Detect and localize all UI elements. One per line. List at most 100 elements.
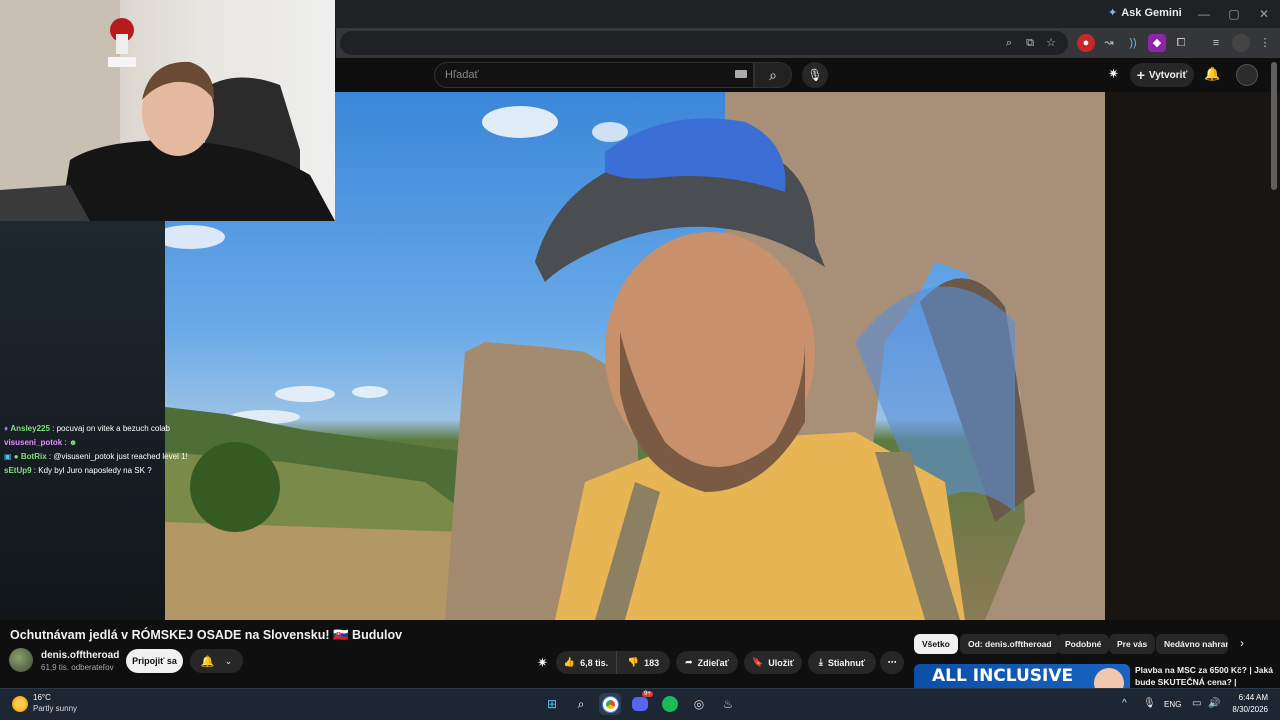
tray-overflow-icon[interactable]: ^ (1122, 698, 1127, 709)
search-button[interactable]: ⌕ (754, 62, 792, 88)
emote-icon: ☻ (68, 438, 78, 447)
ask-gemini-button[interactable]: ✦ Ask Gemini (1108, 6, 1182, 20)
extensions-puzzle-icon[interactable]: ⧠ (1172, 34, 1190, 52)
chat-text: pocuvaj on vitek a bezuch colab (56, 424, 170, 433)
search-placeholder: Hľadať (445, 69, 479, 81)
start-button[interactable]: ⊞ (541, 693, 563, 715)
share-button[interactable]: ➦ Zdieľať (676, 651, 738, 674)
network-icon[interactable]: ▭ (1192, 698, 1201, 709)
chip-from-channel[interactable]: Od: denis.offtheroad (960, 634, 1060, 654)
weather-temperature[interactable]: 16°C (33, 693, 51, 702)
volume-icon[interactable]: 🔊 (1208, 698, 1220, 709)
address-bar[interactable] (340, 31, 1068, 55)
clock-time[interactable]: 6:44 AM (1232, 693, 1268, 702)
notifications-bell-icon[interactable]: 🔔 (1204, 66, 1220, 82)
ask-gemini-label: Ask Gemini (1121, 6, 1182, 19)
ask-sparkle-icon[interactable]: ✷ (537, 655, 548, 671)
weather-sun-icon[interactable] (12, 696, 28, 712)
audio-extension-icon[interactable]: )) (1124, 34, 1142, 52)
share-icon: ➦ (685, 657, 693, 667)
chat-badge-icon: ♦ (4, 424, 9, 433)
streamer-webcam-image (0, 0, 335, 221)
taskbar-steam[interactable]: ♨ (717, 693, 739, 715)
chat-username: sEtUp9 (4, 466, 32, 475)
channel-avatar[interactable] (9, 648, 33, 672)
video-side-fill (1105, 92, 1280, 620)
extension-icon[interactable]: ↝ (1100, 34, 1118, 52)
download-button[interactable]: ⤓ Stiahnuť (808, 651, 876, 674)
thumbnail-face (1094, 668, 1124, 688)
sparkle-icon[interactable]: ✷ (1108, 66, 1119, 82)
maximize-button[interactable]: ▢ (1226, 6, 1242, 22)
language-indicator[interactable]: ENG (1164, 700, 1181, 709)
browser-menu-icon[interactable]: ⋮ (1256, 34, 1274, 52)
tab-strip[interactable] (336, 0, 1096, 28)
close-window-button[interactable]: ✕ (1256, 6, 1272, 22)
taskbar-discord[interactable]: 9+ (629, 691, 653, 715)
download-label: Stiahnuť (827, 657, 866, 668)
chat-text: Kdy byl Juro naposledy na SK ? (38, 466, 152, 475)
chat-username: BotRix (20, 452, 47, 461)
chip-all[interactable]: Všetko (914, 634, 958, 654)
webcam-overlay (0, 0, 335, 221)
recommended-video-title[interactable]: Plavba na MSC za 6500 Kč? | Jaká bude SK… (1135, 664, 1275, 688)
windows-logo-icon: ⊞ (546, 697, 558, 711)
chat-username: Ansley225 (10, 424, 50, 433)
search-icon: ⌕ (769, 67, 777, 83)
recommended-video-thumbnail[interactable]: ALL INCLUSIVE (914, 664, 1130, 688)
page-scrollbar[interactable] (1271, 62, 1277, 190)
search-input[interactable]: Hľadať (434, 62, 754, 88)
bookmark-icon: 🔖 (751, 657, 764, 667)
chrome-icon (602, 696, 618, 712)
dislike-count: 183 (644, 657, 660, 668)
chat-badge-icon: ● (13, 452, 19, 461)
steam-icon: ♨ (722, 697, 734, 711)
chat-text: @visuseni_potok just reached level 1! (53, 452, 188, 461)
stream-overlay-background (0, 221, 165, 620)
thumbnail-text: ALL INCLUSIVE (932, 666, 1074, 686)
download-icon: ⤓ (818, 657, 823, 667)
bell-icon: 🔔 (200, 655, 215, 668)
chip-for-you[interactable]: Pre vás (1109, 634, 1156, 654)
voice-search-button[interactable]: 🎙 (802, 62, 828, 88)
chevron-right-icon[interactable]: › (1240, 636, 1244, 650)
taskbar-search-button[interactable]: ⌕ (570, 693, 592, 715)
create-label: Vytvoriť (1148, 69, 1188, 81)
subscriber-count: 61,9 tis. odberateľov (41, 663, 114, 672)
zoom-icon[interactable]: ⌕ (1000, 34, 1018, 52)
weather-description[interactable]: Partly sunny (33, 704, 77, 713)
taskbar-chrome[interactable] (599, 693, 621, 715)
adblock-extension-icon[interactable]: ● (1077, 34, 1095, 52)
gemini-icon: ✦ (1108, 7, 1118, 19)
chip-recently-uploaded[interactable]: Nedávno nahrané (1156, 634, 1228, 654)
share-label: Zdieľať (697, 657, 729, 668)
dislike-button[interactable]: 👎 183 (616, 651, 670, 674)
subscription-notifications-button[interactable]: 🔔 ⌄ (190, 649, 243, 673)
like-button[interactable]: 👍 6,8 tis. (556, 651, 616, 674)
extension-purple-icon[interactable]: ◆ (1148, 34, 1166, 52)
profile-avatar-icon[interactable] (1232, 34, 1250, 52)
save-button[interactable]: 🔖 Uložiť (744, 651, 802, 674)
like-count: 6,8 tis. (580, 657, 609, 668)
taskbar-app[interactable]: ◎ (688, 693, 710, 715)
bookmark-star-icon[interactable]: ☆ (1042, 34, 1060, 52)
create-button[interactable]: + Vytvoriť (1130, 63, 1194, 87)
search-icon: ⌕ (577, 696, 585, 711)
chip-related[interactable]: Podobné (1057, 634, 1110, 654)
discord-icon (632, 697, 648, 711)
taskbar-spotify[interactable] (659, 693, 681, 715)
more-actions-button[interactable]: ⋯ (880, 651, 904, 674)
channel-name[interactable]: denis.offtheroad (41, 650, 119, 661)
minimize-button[interactable]: — (1196, 6, 1212, 22)
thumbs-down-icon: 👎 (627, 657, 640, 667)
join-button[interactable]: Pripojiť sa (126, 649, 183, 673)
media-control-icon[interactable]: ≡ (1207, 34, 1225, 52)
bot-badge-icon: ▣ (4, 452, 12, 461)
install-app-icon[interactable]: ⧉ (1021, 34, 1039, 52)
clock-date[interactable]: 8/30/2026 (1222, 705, 1268, 714)
microphone-tray-icon[interactable]: 🎙 (1143, 698, 1156, 709)
chat-message: sEtUp9 : Kdy byl Juro naposledy na SK ? (4, 466, 152, 475)
keyboard-icon[interactable] (735, 70, 747, 78)
thumbs-up-icon: 👍 (563, 657, 576, 667)
account-avatar[interactable] (1236, 64, 1258, 86)
